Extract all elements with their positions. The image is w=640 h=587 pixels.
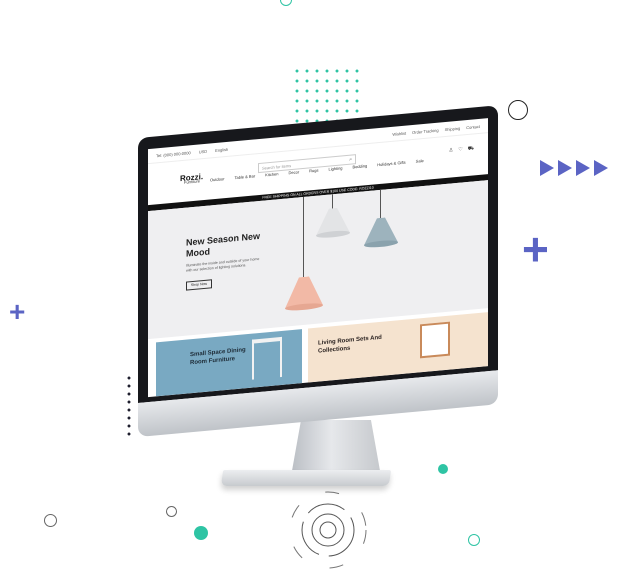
category-card-living-room[interactable]: Living Room Sets And Collections: [308, 312, 488, 383]
circle-icon: [508, 100, 528, 120]
nav-item-rugs[interactable]: Rugs: [309, 168, 318, 174]
link-shipping[interactable]: Shipping: [445, 126, 461, 132]
monitor-bezel: Tel: (000) 000-0000 USD English Wishlist…: [138, 105, 498, 404]
search-icon[interactable]: ⌕: [349, 157, 352, 163]
link-order-tracking[interactable]: Order Tracking: [412, 128, 438, 135]
circle-icon: [280, 0, 292, 6]
card-title: Living Room Sets And Collections: [318, 334, 382, 355]
hero-subtitle: Illuminate the inside and outside of you…: [186, 256, 260, 273]
lamp-cord: [380, 189, 381, 220]
target-icon: [289, 491, 367, 569]
shop-now-button[interactable]: Shop Now: [186, 279, 212, 291]
dot-column-decoration: [126, 374, 132, 438]
cart-icon[interactable]: ⛟: [468, 145, 474, 153]
picture-frame-image: [420, 321, 450, 359]
hero-title: New Season New Mood: [186, 230, 261, 259]
lamp-pink-image: [285, 276, 323, 311]
link-wishlist[interactable]: Wishlist: [392, 131, 406, 137]
lamp-blue-image: [364, 217, 398, 248]
chevron-right-icon: [540, 160, 608, 176]
monitor-base: [220, 470, 392, 486]
nav-item-decor[interactable]: Decor: [289, 169, 300, 175]
lamp-grey-image: [316, 207, 350, 238]
phone-text: Tel: (000) 000-0000: [156, 150, 191, 159]
nav-item-sale[interactable]: Sale: [416, 158, 424, 164]
link-contact[interactable]: Contact: [466, 124, 480, 130]
plus-icon: +: [9, 296, 26, 327]
card-title: Small Space Dining Room Furniture: [190, 347, 246, 367]
website-screen: Tel: (000) 000-0000 USD English Wishlist…: [148, 118, 488, 398]
plus-icon: +: [522, 223, 549, 275]
language-select[interactable]: English: [215, 147, 228, 153]
monitor: Tel: (000) 000-0000 USD English Wishlist…: [138, 105, 498, 438]
lamp-cord: [303, 196, 304, 281]
circle-icon: [468, 534, 480, 546]
user-icon[interactable]: ♙: [449, 147, 453, 154]
circle-icon: [194, 526, 208, 540]
stool-image: [252, 336, 282, 380]
heart-icon[interactable]: ♡: [458, 146, 462, 153]
circle-icon: [166, 506, 177, 517]
currency-select[interactable]: USD: [199, 149, 207, 155]
circle-icon: [438, 464, 448, 474]
circle-icon: [44, 514, 57, 527]
category-card-dining[interactable]: Small Space Dining Room Furniture: [156, 329, 302, 397]
